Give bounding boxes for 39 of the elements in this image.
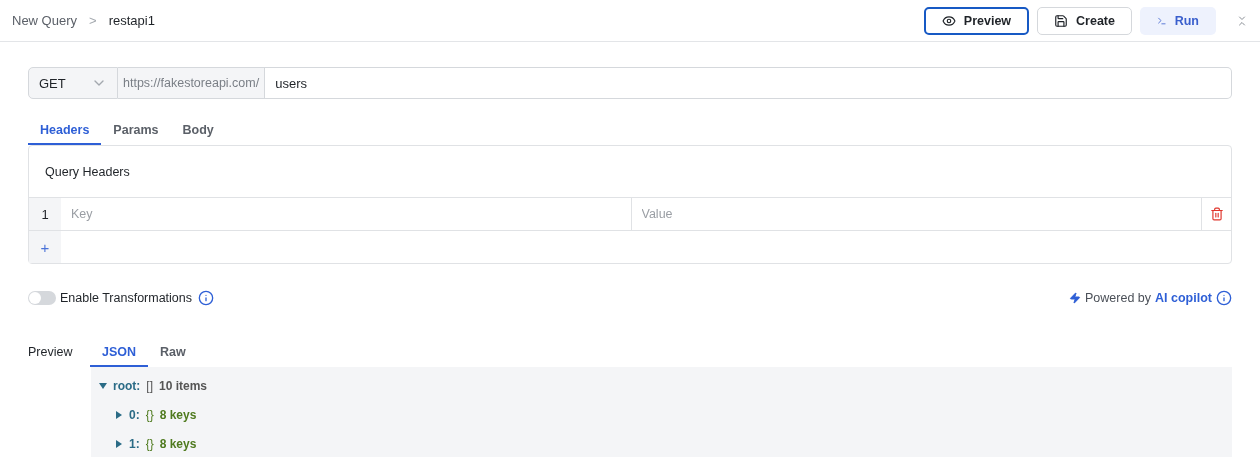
tree-key: root: [113, 378, 141, 393]
eye-icon [941, 13, 956, 28]
method-select[interactable]: GET [28, 67, 118, 99]
item-count: 10 items [159, 378, 208, 393]
item-count: 8 keys [159, 436, 197, 451]
preview-label: Preview [28, 345, 74, 361]
base-url: https://fakestoreapi.com/ [118, 67, 266, 99]
powered-by-text: Powered by [1085, 291, 1152, 305]
value-field[interactable]: Value [630, 198, 1202, 230]
save-icon [1054, 13, 1069, 28]
query-name: restapi1 [108, 13, 155, 28]
add-row-button[interactable]: + [29, 231, 61, 263]
panel-title: Query Headers [45, 164, 130, 179]
collapsed-triangle-icon[interactable] [115, 410, 123, 419]
action-button[interactable]: Create [1037, 6, 1132, 35]
tree-key: 1: [129, 436, 140, 451]
toggle-label: Enable Transformations [60, 291, 192, 305]
action-button[interactable]: Run [1140, 6, 1216, 35]
toggle-switch[interactable] [28, 291, 56, 305]
tree-key: 0: [129, 407, 140, 422]
item-count: 8 keys [159, 407, 197, 422]
type-bracket: [] [146, 378, 153, 393]
collapsed-triangle-icon[interactable] [115, 439, 123, 448]
path-field[interactable]: users [265, 67, 1232, 99]
type-bracket: {} [145, 436, 154, 451]
info-icon[interactable] [198, 290, 214, 306]
breadcrumb-link[interactable]: New Query [12, 13, 78, 28]
breadcrumb-separator: > [89, 13, 97, 28]
tab[interactable]: Raw [148, 341, 198, 367]
tab[interactable]: Params [101, 119, 171, 145]
lightning-icon [1069, 292, 1082, 304]
row-number: 1 [29, 198, 61, 230]
expanded-triangle-icon[interactable] [99, 381, 107, 390]
copilot-link[interactable]: AI copilot [1155, 291, 1212, 305]
tab[interactable]: Headers [28, 119, 102, 145]
info-icon[interactable] [1216, 290, 1232, 306]
action-button[interactable]: Preview [923, 6, 1030, 35]
tab[interactable]: Body [170, 119, 226, 145]
type-bracket: {} [145, 407, 154, 422]
